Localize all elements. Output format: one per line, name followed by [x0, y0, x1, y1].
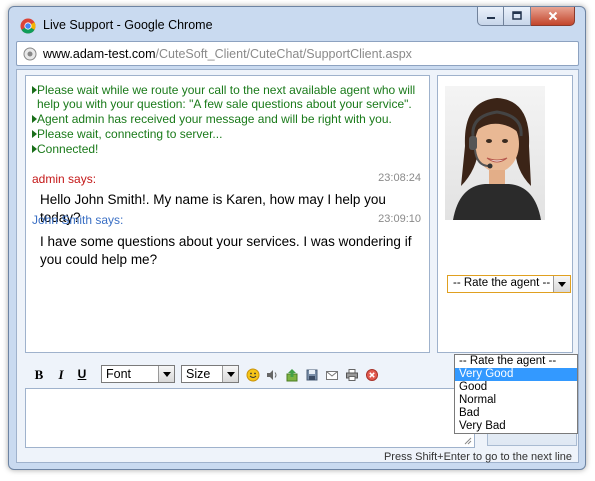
- browser-window: Live Support - Google Chrome www.adam-te…: [8, 6, 586, 470]
- message-input[interactable]: [25, 388, 475, 448]
- arrow-right-icon: [32, 130, 37, 138]
- maximize-icon: [512, 11, 522, 20]
- message-header: admin says: 23:08:24: [26, 172, 429, 188]
- font-select-value: Font: [106, 367, 132, 381]
- url-path: /CuteSoft_Client/CuteChat/SupportClient.…: [155, 47, 412, 61]
- message-text: I have some questions about your service…: [40, 234, 412, 267]
- font-select[interactable]: Font: [101, 365, 175, 383]
- message-time: 23:08:24: [378, 172, 421, 184]
- email-icon[interactable]: [325, 368, 339, 382]
- size-select-value: Size: [186, 367, 211, 381]
- resize-grip-icon[interactable]: [464, 437, 472, 445]
- rate-option[interactable]: Bad: [455, 407, 577, 420]
- arrow-right-icon: [32, 145, 37, 153]
- rate-option[interactable]: Good: [455, 381, 577, 394]
- system-message: Please wait while we route your call to …: [26, 83, 426, 111]
- bold-button[interactable]: B: [32, 367, 46, 383]
- rate-option[interactable]: Very Good: [455, 368, 577, 381]
- formatting-toolbar: B I U Font Size: [32, 364, 432, 386]
- window-title: Live Support - Google Chrome: [43, 18, 213, 32]
- chevron-down-icon: [158, 366, 174, 382]
- agent-photo: [445, 86, 545, 220]
- rate-option[interactable]: Very Bad: [455, 420, 577, 433]
- italic-button[interactable]: I: [54, 367, 68, 383]
- message-time: 23:09:10: [378, 213, 421, 225]
- rate-agent-options: -- Rate the agent -- Very Good Good Norm…: [454, 354, 578, 434]
- maximize-button[interactable]: [504, 7, 531, 26]
- system-message: Connected!: [26, 142, 426, 156]
- url-host: www.adam-test.com: [43, 47, 156, 61]
- print-icon[interactable]: [345, 368, 359, 382]
- emoticon-icon[interactable]: [246, 368, 260, 382]
- arrow-right-icon: [32, 115, 37, 123]
- size-select[interactable]: Size: [181, 365, 239, 383]
- exit-icon[interactable]: [365, 368, 379, 382]
- agent-panel: -- Rate the agent --: [437, 75, 573, 353]
- url-text: www.adam-test.com/CuteSoft_Client/CuteCh…: [43, 47, 412, 61]
- close-button[interactable]: [531, 7, 575, 26]
- minimize-icon: [486, 17, 495, 19]
- chevron-down-icon[interactable]: [553, 276, 570, 292]
- rate-agent-value: -- Rate the agent --: [453, 277, 551, 289]
- chrome-icon: [20, 18, 36, 34]
- message-header: John Smith says: 23:09:10: [26, 213, 429, 229]
- save-icon[interactable]: [305, 368, 319, 382]
- system-messages: Please wait while we route your call to …: [26, 83, 426, 156]
- minimize-button[interactable]: [477, 7, 504, 26]
- rate-option[interactable]: Normal: [455, 394, 577, 407]
- rate-option[interactable]: -- Rate the agent --: [455, 355, 577, 368]
- input-hint: Press Shift+Enter to go to the next line: [383, 451, 572, 463]
- rate-agent-select[interactable]: -- Rate the agent --: [447, 275, 571, 293]
- sender-name: admin says:: [32, 172, 97, 186]
- sender-name: John Smith says:: [32, 213, 124, 227]
- system-message: Agent admin has received your message an…: [26, 112, 426, 126]
- upload-icon[interactable]: [285, 368, 299, 382]
- address-bar[interactable]: www.adam-test.com/CuteSoft_Client/CuteCh…: [16, 41, 579, 66]
- page-content: Please wait while we route your call to …: [16, 69, 579, 463]
- underline-button[interactable]: U: [75, 367, 89, 381]
- system-message: Please wait, connecting to server...: [26, 127, 426, 141]
- chat-transcript[interactable]: Please wait while we route your call to …: [25, 75, 430, 353]
- speaker-icon[interactable]: [265, 368, 279, 382]
- page-icon: [23, 47, 37, 61]
- title-bar[interactable]: Live Support - Google Chrome: [9, 7, 585, 41]
- arrow-right-icon: [32, 86, 37, 94]
- close-icon: [548, 11, 557, 21]
- chevron-down-icon: [222, 366, 238, 382]
